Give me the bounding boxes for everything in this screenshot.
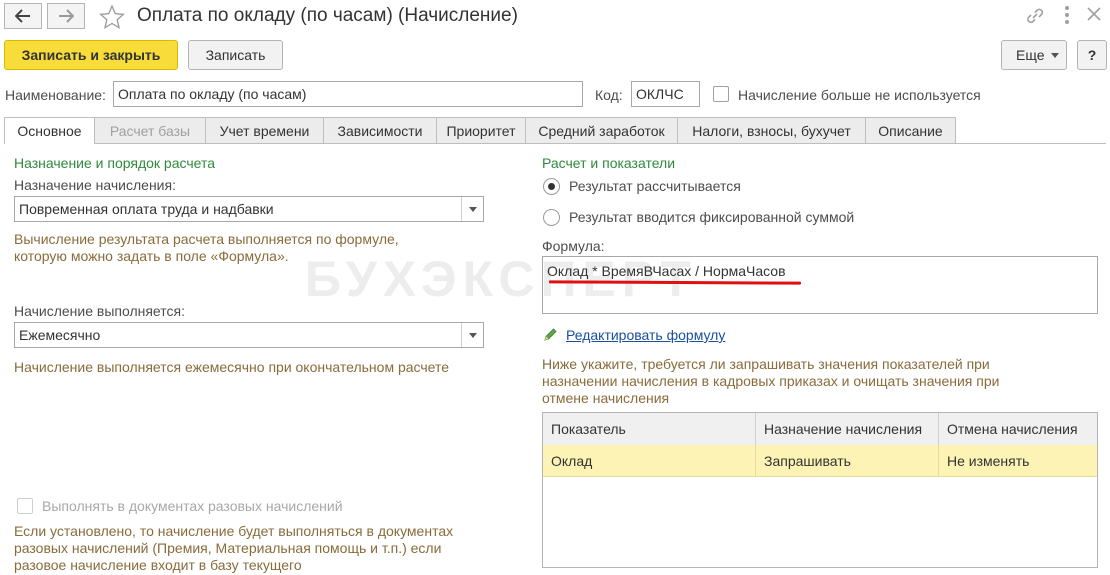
window-title: Оплата по окладу (по часам) (Начисление) (137, 5, 518, 26)
formula-label: Формула: (542, 238, 605, 254)
radio-calculated[interactable] (543, 178, 560, 195)
formula-field[interactable]: Оклад * ВремяВЧасах / НормаЧасов (542, 256, 1098, 314)
save-and-close-button[interactable]: Записать и закрыть (4, 40, 178, 70)
favorite-star-icon[interactable] (99, 4, 125, 33)
more-actions-icon[interactable] (1058, 4, 1076, 26)
arrow-right-icon (59, 9, 74, 23)
name-label: Наименование: (5, 87, 106, 103)
forward-button[interactable] (47, 3, 85, 29)
onetime-checkbox[interactable] (17, 498, 33, 514)
purpose-select[interactable]: Повременная оплата труда и надбавки (14, 196, 484, 222)
table-cell[interactable]: Запрашивать (756, 445, 939, 476)
purpose-select-value: Повременная оплата труда и надбавки (19, 201, 274, 217)
table-cell[interactable]: Оклад (543, 445, 756, 476)
name-input[interactable]: Оплата по окладу (по часам) (113, 81, 583, 107)
tab-divider (4, 143, 1106, 144)
close-icon[interactable] (1085, 5, 1103, 26)
code-label: Код: (595, 87, 623, 103)
column-header-assign[interactable]: Назначение начисления (756, 413, 939, 445)
help-button[interactable]: ? (1077, 40, 1107, 70)
dropdown-arrow-icon[interactable] (461, 323, 483, 347)
period-select[interactable]: Ежемесячно (14, 322, 484, 348)
tab-taxes[interactable]: Налоги, взносы, бухучет (678, 117, 866, 144)
radio-calculated-label: Результат рассчитывается (569, 178, 741, 194)
calc-section-title: Расчет и показатели (542, 155, 676, 171)
active-tab-gap (5, 143, 94, 144)
tab-priority[interactable]: Приоритет (437, 117, 526, 144)
column-header-indicator[interactable]: Показатель (543, 413, 756, 445)
tab-base-calc[interactable]: Расчет базы (95, 117, 206, 144)
purpose-section-title: Назначение и порядок расчета (14, 155, 216, 171)
indicators-table: Показатель Назначение начисления Отмена … (542, 412, 1098, 568)
column-header-cancel[interactable]: Отмена начисления (939, 413, 1097, 445)
tab-description[interactable]: Описание (866, 117, 956, 144)
onetime-hint: Если установлено, то начисление будет вы… (14, 523, 454, 573)
purpose-hint: Вычисление результата расчета выполняетс… (14, 231, 399, 264)
tab-average-earnings[interactable]: Средний заработок (526, 117, 678, 144)
dropdown-arrow-icon[interactable] (461, 197, 483, 221)
radio-fixed[interactable] (543, 209, 560, 226)
code-input[interactable]: ОКЛЧС (631, 81, 700, 107)
unused-checkbox[interactable] (713, 86, 729, 102)
save-button[interactable]: Записать (188, 40, 283, 70)
period-select-value: Ежемесячно (19, 327, 101, 343)
period-label: Начисление выполняется: (14, 303, 185, 319)
edit-formula-link[interactable]: Редактировать формулу (566, 327, 725, 343)
onetime-label: Выполнять в документах разовых начислени… (42, 498, 343, 514)
table-cell[interactable]: Не изменять (939, 445, 1097, 476)
tab-dependencies[interactable]: Зависимости (324, 117, 437, 144)
radio-fixed-label: Результат вводится фиксированной суммой (569, 209, 855, 225)
back-button[interactable] (4, 3, 42, 29)
indicators-hint: Ниже укажите, требуется ли запрашивать з… (542, 356, 1000, 406)
link-icon[interactable] (1025, 6, 1045, 29)
more-button-label: Еще (1016, 47, 1045, 63)
tab-main[interactable]: Основное (4, 117, 95, 144)
formula-text: Оклад * ВремяВЧасах / НормаЧасов (547, 263, 786, 279)
tab-time-accounting[interactable]: Учет времени (206, 117, 324, 144)
arrow-left-icon (15, 9, 30, 23)
tab-bar: Основное Расчет базы Учет времени Зависи… (4, 117, 956, 144)
pencil-icon (543, 327, 558, 345)
more-button[interactable]: Еще (1001, 40, 1067, 70)
purpose-label: Назначение начисления: (14, 177, 176, 193)
period-hint: Начисление выполняется ежемесячно при ок… (14, 359, 450, 375)
chevron-down-icon (1051, 53, 1059, 58)
unused-label: Начисление больше не используется (738, 87, 981, 103)
